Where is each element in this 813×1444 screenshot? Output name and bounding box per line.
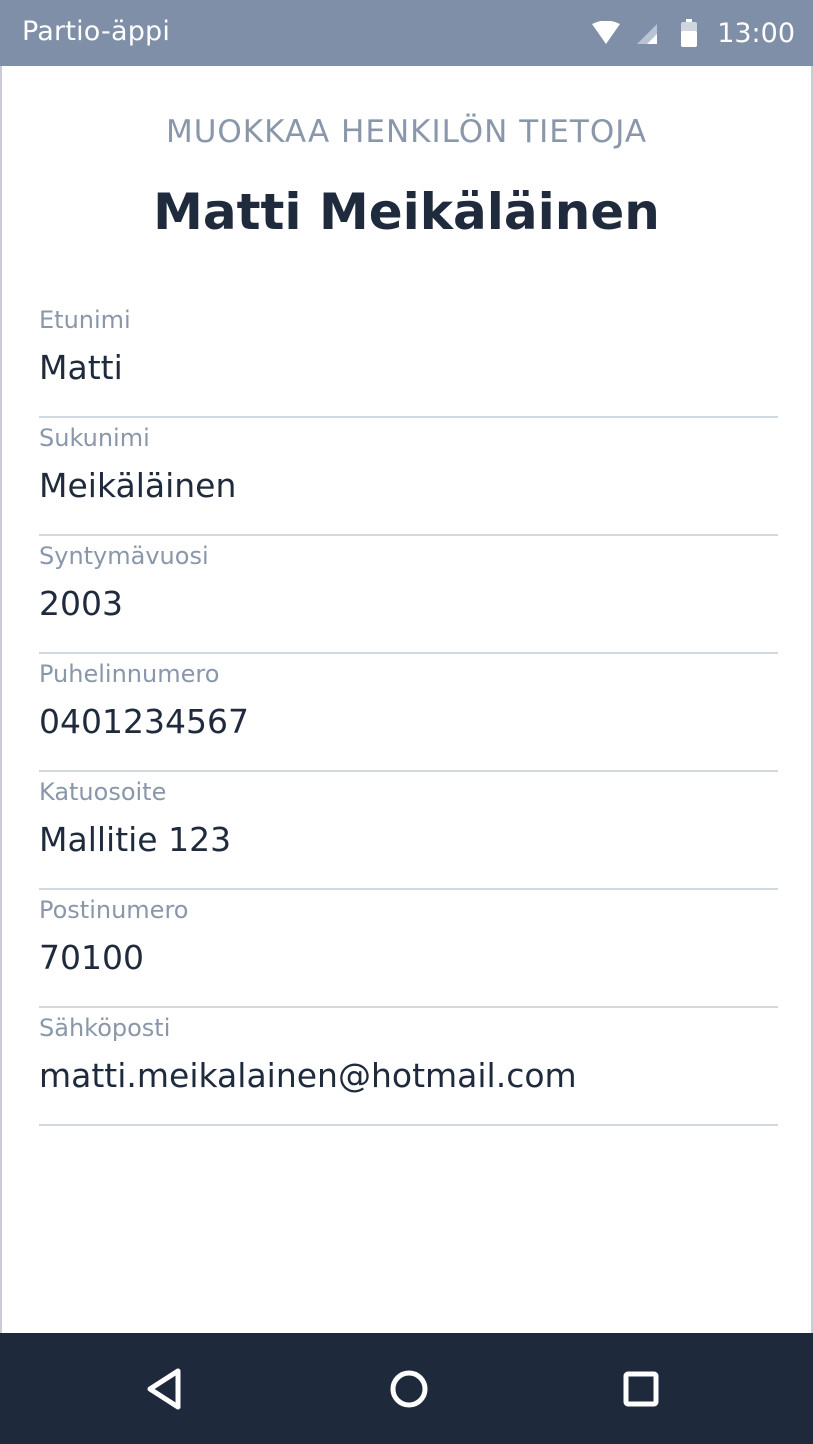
street-address-field[interactable]: Katuosoite Mallitie 123 [39, 772, 778, 890]
person-edit-form: Etunimi Matti Sukunimi Meikäläinen Synty… [39, 300, 778, 1126]
field-label: Postinumero [39, 896, 189, 924]
battery-icon [681, 19, 698, 47]
field-label: Sukunimi [39, 424, 150, 452]
back-icon[interactable] [138, 1363, 190, 1415]
status-icons: 13:00 [591, 14, 795, 52]
birth-year-field[interactable]: Syntymävuosi 2003 [39, 536, 778, 654]
status-clock: 13:00 [717, 17, 795, 49]
field-label: Sähköposti [39, 1014, 171, 1042]
wifi-icon [592, 21, 621, 44]
page-subtitle: MUOKKAA HENKILÖN TIETOJA [165, 114, 648, 150]
field-label: Katuosoite [39, 778, 167, 806]
navigation-bar [0, 1333, 813, 1444]
page-title: Matti Meikäläinen [153, 183, 660, 241]
first-name-input[interactable]: Matti [39, 348, 123, 387]
street-address-input[interactable]: Mallitie 123 [39, 820, 231, 859]
last-name-input[interactable]: Meikäläinen [39, 466, 236, 505]
postal-code-field[interactable]: Postinumero 70100 [39, 890, 778, 1008]
email-input[interactable]: matti.meikalainen@hotmail.com [39, 1056, 577, 1095]
phone-input[interactable]: 0401234567 [39, 702, 249, 741]
field-label: Puhelinnumero [39, 660, 220, 688]
first-name-field[interactable]: Etunimi Matti [39, 300, 778, 418]
home-icon[interactable] [383, 1363, 435, 1415]
app-name: Partio-äppi [22, 16, 171, 47]
page-header: MUOKKAA HENKILÖN TIETOJA Matti Meikäläin… [0, 110, 813, 242]
status-bar: Partio-äppi 13:00 [0, 0, 813, 66]
recent-apps-icon[interactable] [615, 1363, 667, 1415]
field-label: Etunimi [39, 306, 131, 334]
email-field[interactable]: Sähköposti matti.meikalainen@hotmail.com [39, 1008, 778, 1126]
last-name-field[interactable]: Sukunimi Meikäläinen [39, 418, 778, 536]
birth-year-input[interactable]: 2003 [39, 584, 123, 623]
signal-icon [637, 24, 658, 44]
phone-field[interactable]: Puhelinnumero 0401234567 [39, 654, 778, 772]
postal-code-input[interactable]: 70100 [39, 938, 144, 977]
field-label: Syntymävuosi [39, 542, 209, 570]
